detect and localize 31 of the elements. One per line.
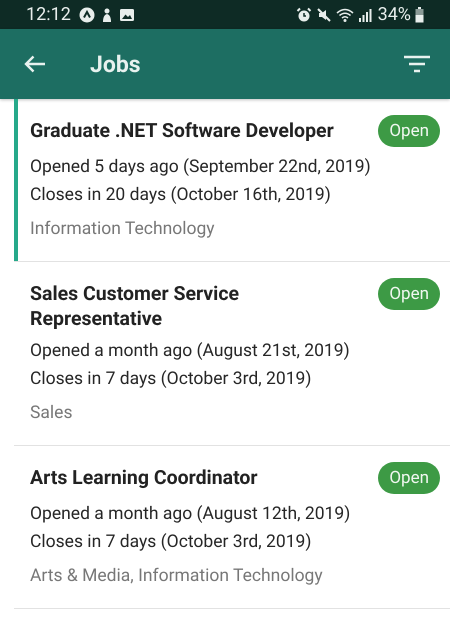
job-title: Graduate .NET Software Developer (30, 118, 334, 143)
battery-icon (415, 6, 424, 22)
job-title: Sales Customer Service Representative (30, 281, 240, 331)
mute-icon (316, 6, 332, 22)
job-title: Arts Learning Coordinator (30, 465, 258, 490)
status-badge: Open (378, 115, 440, 147)
job-card[interactable]: Sales Customer Service Representative Open Opened a month ago (August 21st, 2019) Closes in 7 days (October 3rd, 2019) Sales (14, 262, 450, 446)
signal-icon (358, 6, 372, 22)
job-card[interactable]: Graduate .NET Software Developer Open Opened 5 days ago (September 22nd, 2019) Closes in 20 days (October 16th, 2019) Information Technology (14, 99, 450, 262)
filter-icon[interactable] (404, 55, 430, 73)
status-time: 12:12 (26, 4, 71, 25)
job-category: Sales (30, 402, 74, 425)
job-category: Information Technology (30, 218, 216, 241)
screen-title: Jobs (90, 50, 142, 78)
opened-date: Opened a month ago (August 12th, 2019) (30, 503, 352, 526)
image-icon (118, 6, 135, 22)
status-badge: Open (378, 462, 440, 494)
battery-percent: 34% (378, 4, 411, 25)
app-notification-icon (78, 6, 95, 22)
alarm-icon (296, 6, 312, 22)
wifi-icon (336, 6, 354, 22)
opened-date: Opened 5 days ago (September 22nd, 2019) (30, 156, 372, 179)
status-badge: Open (378, 278, 440, 310)
figure-icon (100, 6, 113, 22)
closing-date: Closes in 7 days (October 3rd, 2019) (30, 368, 312, 391)
back-arrow-icon[interactable] (24, 55, 46, 73)
closing-date: Closes in 20 days (October 16th, 2019) (30, 184, 332, 207)
job-category: Arts & Media, Information Technology (30, 565, 324, 588)
closing-date: Closes in 7 days (October 3rd, 2019) (30, 531, 312, 554)
job-card[interactable]: Arts Learning Coordinator Open Opened a month ago (August 12th, 2019) Closes in 7 days (October 3rd, 2019) Arts & Media, Information Technology (14, 446, 450, 609)
opened-date: Opened a month ago (August 21st, 2019) (30, 340, 351, 363)
